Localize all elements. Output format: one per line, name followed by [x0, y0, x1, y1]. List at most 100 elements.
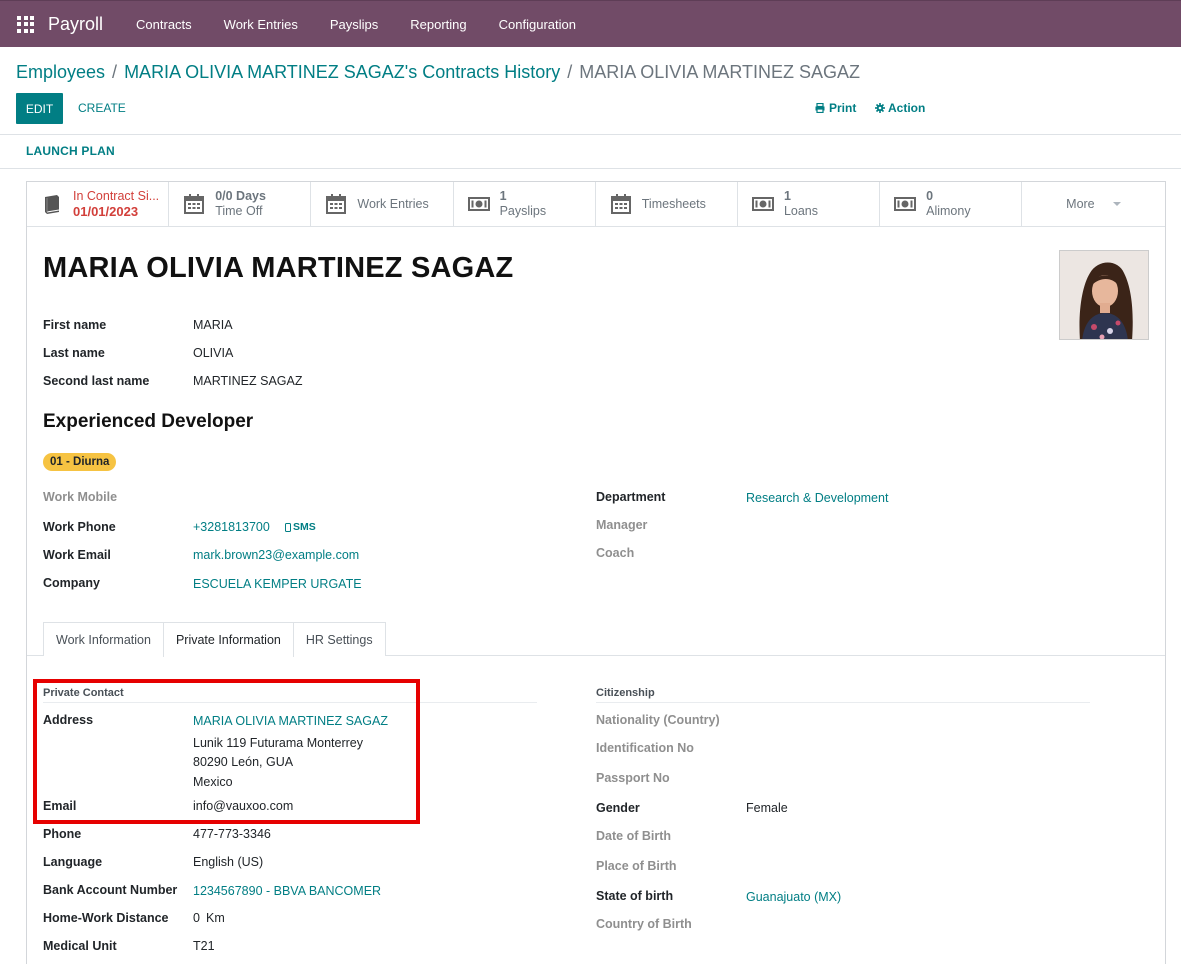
more-label: More: [1066, 197, 1095, 211]
country-of-birth-label: Country of Birth: [596, 917, 692, 931]
loans-count: 1: [783, 189, 791, 203]
money-icon: [751, 197, 774, 211]
last-name-value[interactable]: OLIVIA: [193, 346, 233, 360]
menu-work-entries[interactable]: Work Entries: [208, 17, 314, 32]
time-off-label: Time Off: [215, 204, 263, 218]
menu-payslips[interactable]: Payslips: [314, 17, 394, 32]
calendar-icon: [326, 194, 347, 214]
create-button[interactable]: CREATE: [78, 101, 126, 115]
citizenship-section-title: Citizenship: [596, 687, 655, 699]
job-title[interactable]: Experienced Developer: [43, 411, 253, 433]
home-work-distance-value[interactable]: 0: [193, 911, 200, 925]
notebook-tabs: Work Information Private Information HR …: [43, 622, 386, 657]
company-label: Company: [43, 576, 100, 590]
tab-hr-settings[interactable]: HR Settings: [292, 622, 386, 656]
last-name-label: Last name: [43, 346, 105, 360]
manager-label: Manager: [596, 518, 648, 532]
form-sheet: In Contract Si... 01/01/2023 0/0 Days Ti…: [26, 181, 1166, 964]
loans-smart-button[interactable]: 1 Loans: [738, 182, 881, 226]
department-label: Department: [596, 490, 666, 504]
work-email-label: Work Email: [43, 548, 111, 562]
bank-account-value[interactable]: 1234567890 - BBVA BANCOMER: [193, 884, 381, 898]
breadcrumb-employees[interactable]: Employees: [16, 62, 105, 82]
launch-plan-button[interactable]: LAUNCH PLAN: [26, 144, 115, 158]
state-of-birth-value[interactable]: Guanajuato (MX): [746, 890, 841, 904]
calendar-icon: [610, 194, 631, 214]
language-label: Language: [43, 855, 103, 869]
print-icon: [815, 103, 825, 113]
highlight-annotation-box: [33, 679, 420, 824]
edit-button[interactable]: EDIT: [16, 93, 63, 124]
payslips-label: Payslips: [499, 204, 547, 218]
language-value[interactable]: English (US): [193, 855, 263, 869]
employee-avatar[interactable]: [1059, 250, 1149, 340]
breadcrumb-current: MARIA OLIVIA MARTINEZ SAGAZ: [579, 62, 861, 82]
timesheets-label: Timesheets: [641, 197, 706, 211]
sms-button[interactable]: SMS: [285, 521, 316, 533]
gear-icon: [875, 103, 885, 113]
time-off-smart-button[interactable]: 0/0 Days Time Off: [169, 182, 312, 226]
payslips-count: 1: [499, 189, 507, 203]
coach-label: Coach: [596, 546, 635, 560]
medical-unit-value[interactable]: T21: [193, 939, 215, 953]
gender-value[interactable]: Female: [746, 801, 788, 815]
contract-smart-button[interactable]: In Contract Si... 01/01/2023: [27, 182, 170, 226]
contract-label: In Contract Si...: [73, 189, 160, 203]
place-of-birth-label: Place of Birth: [596, 859, 677, 873]
more-dropdown[interactable]: More: [1022, 182, 1164, 226]
bank-account-label: Bank Account Number: [43, 883, 178, 897]
money-icon: [467, 197, 490, 211]
work-entries-label: Work Entries: [357, 197, 429, 211]
employee-name-title: MARIA OLIVIA MARTINEZ SAGAZ: [43, 252, 514, 284]
top-navbar: Payroll Contracts Work Entries Payslips …: [0, 0, 1181, 47]
second-last-name-value[interactable]: MARTINEZ SAGAZ: [193, 374, 303, 388]
department-value[interactable]: Research & Development: [746, 491, 888, 505]
menu-configuration[interactable]: Configuration: [483, 17, 592, 32]
work-entries-smart-button[interactable]: Work Entries: [311, 182, 454, 226]
print-label: Print: [829, 101, 857, 115]
private-phone-value[interactable]: 477-773-3346: [193, 827, 271, 841]
app-brand[interactable]: Payroll: [48, 14, 103, 35]
state-of-birth-label: State of birth: [596, 889, 674, 903]
payslips-smart-button[interactable]: 1 Payslips: [454, 182, 596, 226]
book-icon: [45, 195, 60, 214]
first-name-value[interactable]: MARIA: [193, 318, 233, 332]
alimony-smart-button[interactable]: 0 Alimony: [880, 182, 1023, 226]
tab-private-information[interactable]: Private Information: [162, 622, 294, 657]
nationality-label: Nationality (Country): [596, 713, 720, 727]
money-icon: [894, 197, 917, 211]
identification-label: Identification No: [596, 741, 694, 755]
avatar-photo: [1060, 251, 1148, 339]
caret-down-icon: [1112, 202, 1121, 206]
time-off-value: 0/0 Days: [215, 189, 266, 203]
print-button[interactable]: Print: [815, 101, 856, 115]
alimony-label: Alimony: [926, 204, 971, 218]
action-button[interactable]: Action: [875, 101, 925, 115]
timesheets-smart-button[interactable]: Timesheets: [596, 182, 738, 226]
medical-unit-label: Medical Unit: [43, 939, 117, 953]
calendar-icon: [184, 194, 205, 214]
menu-reporting[interactable]: Reporting: [394, 17, 482, 32]
first-name-label: First name: [43, 318, 107, 332]
company-value[interactable]: ESCUELA KEMPER URGATE: [193, 577, 362, 591]
menu-contracts[interactable]: Contracts: [120, 17, 208, 32]
apps-grid-icon[interactable]: [17, 15, 34, 33]
divider: [0, 134, 1181, 135]
work-phone-value[interactable]: +3281813700: [193, 520, 270, 534]
tab-work-information[interactable]: Work Information: [43, 622, 164, 656]
category-tag[interactable]: 01 - Diurna: [43, 453, 117, 471]
gender-label: Gender: [596, 801, 640, 815]
date-of-birth-label: Date of Birth: [596, 829, 671, 843]
alimony-count: 0: [926, 189, 934, 203]
work-email-value[interactable]: mark.brown23@example.com: [193, 548, 359, 562]
sms-label: SMS: [293, 521, 316, 533]
work-mobile-label: Work Mobile: [43, 490, 118, 504]
loans-label: Loans: [783, 204, 818, 218]
home-work-distance-label: Home-Work Distance: [43, 911, 169, 925]
breadcrumb: Employees / MARIA OLIVIA MARTINEZ SAGAZ'…: [16, 62, 861, 82]
divider: [0, 168, 1181, 169]
breadcrumb-contracts-history[interactable]: MARIA OLIVIA MARTINEZ SAGAZ's Contracts …: [124, 62, 560, 82]
passport-label: Passport No: [596, 771, 670, 785]
action-label: Action: [888, 101, 926, 115]
private-phone-label: Phone: [43, 827, 82, 841]
